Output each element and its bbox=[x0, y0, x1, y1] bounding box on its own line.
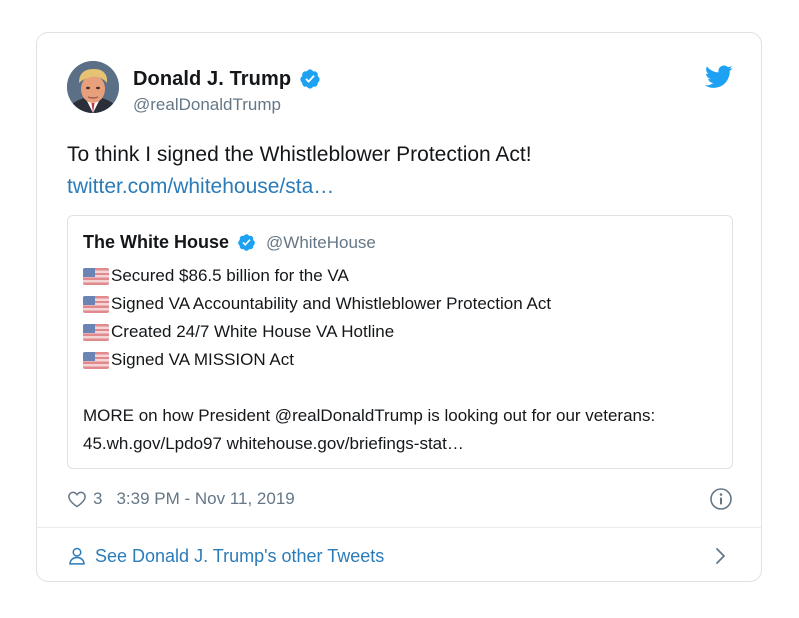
tweet-body: To think I signed the Whistleblower Prot… bbox=[67, 139, 727, 203]
quoted-tweet[interactable]: The White House @WhiteHouse Secured $86.… bbox=[67, 215, 733, 469]
quoted-list-text: Created 24/7 White House VA Hotline bbox=[111, 322, 395, 341]
verified-badge-icon bbox=[238, 234, 255, 251]
author-name[interactable]: Donald J. Trump bbox=[133, 68, 291, 91]
author-handle[interactable]: @realDonaldTrump bbox=[133, 95, 321, 115]
author-info: Donald J. Trump @realDonaldTrump bbox=[133, 67, 321, 115]
quoted-author-name: The White House bbox=[83, 232, 230, 252]
verified-badge-icon bbox=[300, 69, 320, 89]
tweet-link[interactable]: twitter.com/whitehouse/sta… bbox=[67, 171, 727, 203]
avatar-image bbox=[67, 61, 119, 113]
person-icon bbox=[69, 547, 85, 565]
other-tweets-link[interactable]: See Donald J. Trump's other Tweets bbox=[67, 541, 733, 571]
us-flag-icon bbox=[83, 267, 109, 285]
tweet-timestamp[interactable]: 3:39 PM - Nov 11, 2019 bbox=[116, 489, 294, 509]
info-icon[interactable] bbox=[709, 487, 733, 511]
tweet-header: Donald J. Trump @realDonaldTrump bbox=[67, 61, 733, 121]
author-avatar[interactable] bbox=[67, 61, 119, 113]
embedded-tweet-card: Donald J. Trump @realDonaldTrump To thin… bbox=[36, 32, 762, 582]
quoted-list-item: Signed VA MISSION Act bbox=[83, 346, 723, 374]
us-flag-icon bbox=[83, 351, 109, 369]
quoted-tweet-header: The White House @WhiteHouse bbox=[83, 232, 376, 253]
quoted-list-item: Signed VA Accountability and Whistleblow… bbox=[83, 290, 723, 318]
twitter-bird-icon[interactable] bbox=[705, 65, 733, 89]
quoted-more-text: MORE on how President @realDonaldTrump i… bbox=[83, 406, 656, 453]
heart-icon[interactable] bbox=[67, 489, 87, 509]
quoted-tweet-body: Secured $86.5 billion for the VA Signed … bbox=[83, 262, 723, 458]
quoted-list-item: Secured $86.5 billion for the VA bbox=[83, 262, 723, 290]
quoted-list-text: Secured $86.5 billion for the VA bbox=[111, 266, 349, 285]
quoted-list-text: Signed VA MISSION Act bbox=[111, 350, 294, 369]
footer-divider bbox=[37, 527, 761, 528]
quoted-list-text: Signed VA Accountability and Whistleblow… bbox=[111, 294, 552, 313]
quoted-author-handle: @WhiteHouse bbox=[266, 232, 376, 252]
chevron-right-icon[interactable] bbox=[713, 547, 729, 565]
tweet-meta: 3 3:39 PM - Nov 11, 2019 bbox=[67, 485, 733, 513]
like-count[interactable]: 3 bbox=[93, 489, 102, 509]
tweet-text: To think I signed the Whistleblower Prot… bbox=[67, 143, 532, 166]
us-flag-icon bbox=[83, 295, 109, 313]
other-tweets-label[interactable]: See Donald J. Trump's other Tweets bbox=[95, 546, 384, 567]
author-name-row: Donald J. Trump bbox=[133, 67, 321, 91]
quoted-list-item: Created 24/7 White House VA Hotline bbox=[83, 318, 723, 346]
us-flag-icon bbox=[83, 323, 109, 341]
